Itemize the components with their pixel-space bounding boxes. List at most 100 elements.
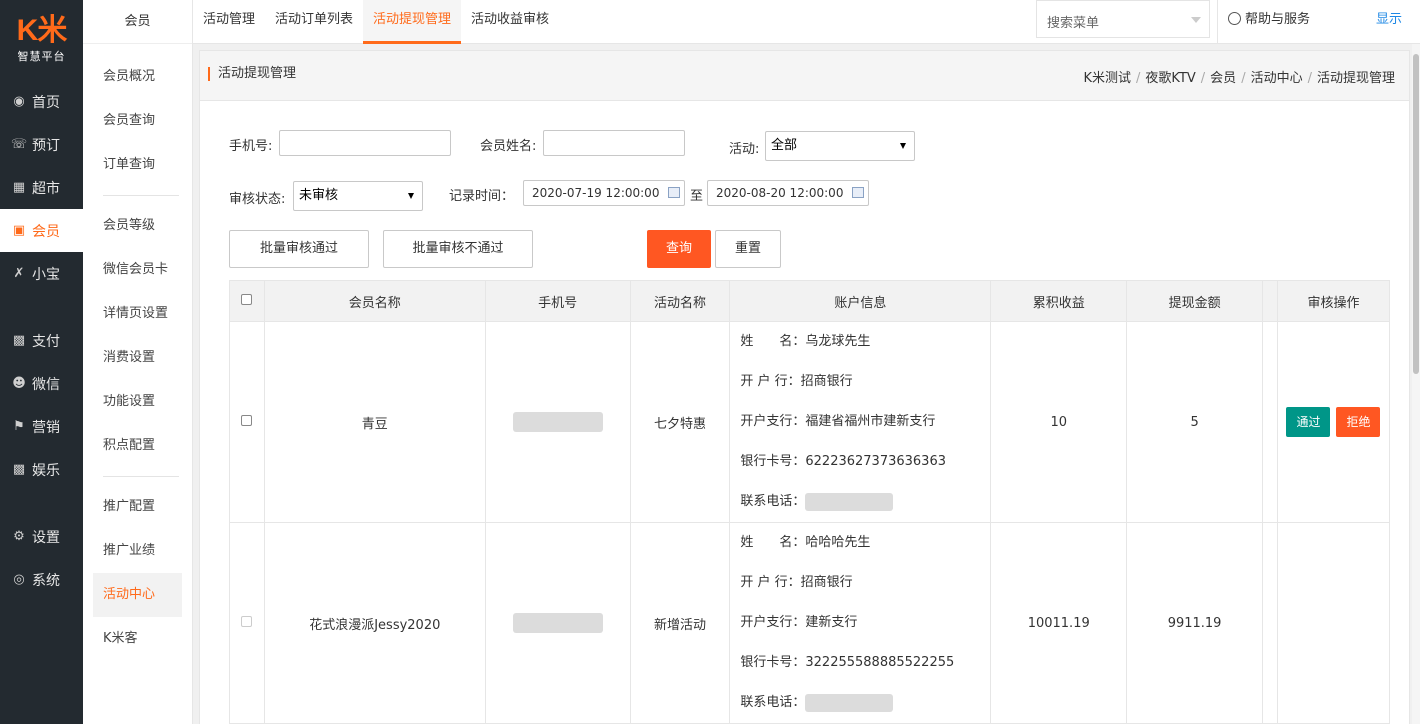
account-phone-label: 联系电话： (740, 695, 806, 710)
phone-input[interactable] (279, 130, 451, 156)
withdraw-cell: 5 (1126, 321, 1263, 523)
scrollbar-thumb[interactable] (1413, 54, 1419, 374)
row-select-cell (229, 522, 265, 724)
account-branch: 开户支行：建新支行 (740, 615, 858, 630)
nav-item-entertainment[interactable]: ▩ 娱乐 (0, 448, 83, 491)
nav-label: 设置 (32, 529, 60, 546)
subnav-item-functions[interactable]: 功能设置 (83, 380, 192, 424)
subnav-item-promo-results[interactable]: 推广业绩 (83, 529, 192, 573)
reject-button[interactable]: 拒绝 (1336, 407, 1381, 437)
audit-actions-cell: 通过 拒绝 (1276, 321, 1391, 523)
row-checkbox[interactable] (241, 615, 253, 627)
subnav-item-orders[interactable]: 订单查询 (83, 143, 192, 187)
status-select[interactable]: 未审核 (293, 181, 423, 211)
tab-withdraw-manage[interactable]: 活动提现管理 (363, 0, 462, 44)
batch-pass-button[interactable]: 批量审核通过 (229, 230, 369, 268)
nav-label: 系统 (32, 572, 60, 589)
subnav-item-points[interactable]: 积点配置 (83, 424, 192, 468)
account-phone-label: 联系电话： (740, 494, 806, 509)
select-all-cell (229, 280, 265, 322)
nav-item-wechat[interactable]: ☻ 微信 (0, 362, 83, 405)
subnav-item-query[interactable]: 会员查询 (83, 99, 192, 143)
nav-item-market[interactable]: ▦ 超市 (0, 166, 83, 209)
help-service-link[interactable]: 帮助与服务 (1217, 0, 1310, 44)
subnav-item-promo-config[interactable]: 推广配置 (83, 485, 192, 529)
nav-item-settings[interactable]: ⚙ 设置 (0, 515, 83, 558)
subnav-item-activity-center[interactable]: 活动中心 (93, 573, 182, 617)
brand-logo[interactable]: K米 智慧平台 (0, 0, 83, 80)
col-phone: 手机号 (484, 280, 631, 322)
pass-button[interactable]: 通过 (1286, 407, 1331, 437)
breadcrumb-item[interactable]: 活动中心 (1251, 71, 1303, 86)
breadcrumb-item[interactable]: K米测试 (1084, 71, 1132, 86)
account-branch: 开户支行：福建省福州市建新支行 (740, 414, 936, 429)
query-button[interactable]: 查询 (647, 230, 711, 268)
activity-select[interactable]: 全部 (765, 131, 915, 161)
dropdown-arrow-icon (408, 193, 414, 199)
member-subnav: 会员 会员概况 会员查询 订单查询 会员等级 微信会员卡 详情页设置 消费设置 … (83, 0, 193, 724)
subnav-item-wechat-card[interactable]: 微信会员卡 (83, 248, 192, 292)
chrome-icon: ◎ (13, 572, 25, 587)
masked-phone (512, 613, 603, 633)
nav-item-home[interactable]: ◉ 首页 (0, 80, 83, 123)
breadcrumb-item[interactable]: 会员 (1210, 71, 1236, 86)
account-phone: 联系电话： (740, 683, 990, 723)
nav-item-pay[interactable]: ▩ 支付 (0, 319, 83, 362)
nav-item-system[interactable]: ◎ 系统 (0, 558, 83, 601)
nav-item-member[interactable]: ▣ 会员 (0, 209, 83, 252)
subnav-item-overview[interactable]: 会员概况 (83, 55, 192, 99)
col-withdraw: 提现金额 (1126, 280, 1263, 322)
batch-reject-button[interactable]: 批量审核不通过 (383, 230, 533, 268)
end-time-input[interactable]: 2020-08-20 12:00:00 (707, 180, 869, 206)
row-checkbox[interactable] (241, 414, 253, 426)
nav-label: 娱乐 (32, 462, 60, 479)
col-member-name: 会员名称 (263, 280, 486, 322)
nav-item-marketing[interactable]: ⚑ 营销 (0, 405, 83, 448)
subnav-divider (103, 195, 179, 196)
account-bank: 开 户 行：招商银行 (740, 575, 853, 590)
status-select-value: 未审核 (299, 188, 339, 203)
help-label: 帮助与服务 (1245, 12, 1311, 27)
calendar-icon (852, 187, 864, 198)
page-title: 活动提现管理 (208, 67, 296, 81)
menu-search-select[interactable]: 搜索菜单 (1036, 0, 1210, 38)
start-time-input[interactable]: 2020-07-19 12:00:00 (523, 180, 685, 206)
chevron-down-icon (1191, 17, 1201, 23)
smile-icon (1228, 12, 1241, 25)
tab-income-audit[interactable]: 活动收益审核 (461, 0, 559, 44)
breadcrumb: K米测试 / 夜歌KTV / 会员 / 活动中心 / 活动提现管理 (1083, 71, 1396, 86)
subnav-item-detail-page[interactable]: 详情页设置 (83, 292, 192, 336)
nav-item-xiaobao[interactable]: ✗ 小宝 (0, 252, 83, 295)
start-time-value: 2020-07-19 12:00:00 (532, 186, 660, 200)
main-sidebar: K米 智慧平台 ◉ 首页 ☏ 预订 ▦ 超市 ▣ 会员 ✗ 小宝 ▩ 支付 ☻ 微信 ⚑ 营销 … (0, 0, 83, 724)
content-panel: 活动提现管理 K米测试 / 夜歌KTV / 会员 / 活动中心 / 活动提现管理 手机号: 会员… (199, 50, 1410, 724)
show-link[interactable]: 显示 (1376, 0, 1402, 40)
nav-label: 营销 (32, 419, 60, 436)
breadcrumb-item[interactable]: 夜歌KTV (1145, 71, 1195, 86)
page-scrollbar[interactable] (1412, 44, 1420, 724)
reset-button[interactable]: 重置 (715, 230, 781, 268)
top-bar: 活动管理 活动订单列表 活动提现管理 活动收益审核 搜索菜单 帮助与服务 显示 (193, 0, 1420, 44)
earned-cell: 10 (990, 321, 1128, 523)
megaphone-icon: ⚑ (13, 419, 25, 434)
record-time-label: 记录时间： (449, 189, 515, 204)
subnav-item-levels[interactable]: 会员等级 (83, 204, 192, 248)
subnav-item-kmike[interactable]: K米客 (83, 617, 192, 661)
masked-phone (512, 412, 603, 432)
tab-activity-orders[interactable]: 活动订单列表 (265, 0, 363, 44)
withdraw-cell: 9911.19 (1126, 522, 1263, 724)
nav-label: 支付 (32, 333, 60, 350)
basket-icon: ▦ (12, 180, 26, 195)
member-name-input[interactable] (543, 130, 685, 156)
account-name: 姓 名：乌龙球先生 (740, 334, 871, 349)
masked-phone (805, 693, 894, 712)
activity-select-value: 全部 (771, 138, 798, 153)
nav-label: 超市 (32, 180, 60, 197)
account-phone: 联系电话： (740, 482, 990, 522)
nav-item-booking[interactable]: ☏ 预订 (0, 123, 83, 166)
select-all-checkbox[interactable] (241, 293, 253, 305)
col-audit-actions: 审核操作 (1276, 280, 1391, 322)
time-separator: 至 (690, 189, 704, 204)
subnav-item-consume[interactable]: 消费设置 (83, 336, 192, 380)
tab-activity-manage[interactable]: 活动管理 (193, 0, 265, 44)
